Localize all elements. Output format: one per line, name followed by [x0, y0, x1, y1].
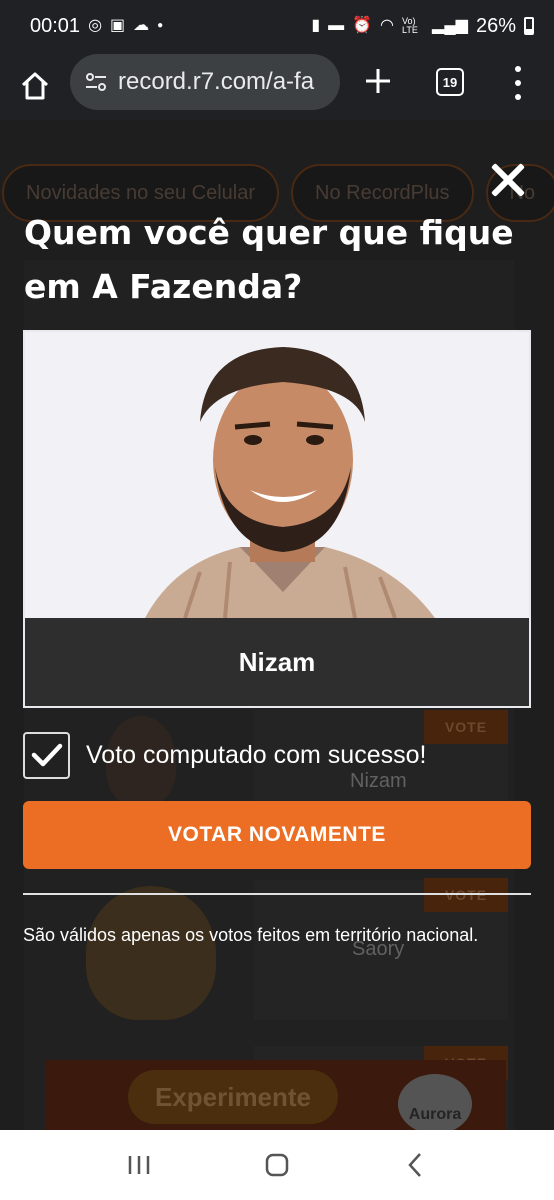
plus-icon [366, 69, 390, 93]
whatsapp-icon: ◎ [88, 17, 103, 34]
disclaimer-text: São válidos apenas os votos feitos em te… [23, 925, 479, 945]
status-right: ▮ ▬ ⏰ ◠ Vo) LTE ▂▄▆ 26% [311, 15, 534, 38]
battery-saver-icon: ▮ [311, 17, 321, 34]
volte-icon: Vo) LTE [402, 16, 418, 35]
back-button[interactable] [395, 1145, 435, 1185]
recents-button[interactable] [119, 1145, 159, 1185]
candidate-card: Nizam [23, 330, 531, 708]
wifi-icon: ◠ [380, 17, 395, 34]
system-nav-bar [0, 1130, 554, 1200]
bed-icon: ▬ [328, 17, 345, 34]
checkbox-checked [23, 731, 70, 779]
home-square-icon [265, 1153, 289, 1177]
status-bar: 00:01 ◎ ▣ ☁ ● ▮ ▬ ⏰ ◠ Vo) LTE ▂▄▆ 26% [0, 0, 554, 52]
back-chevron-icon [408, 1153, 421, 1177]
url-text[interactable]: record.r7.com/a-fa [118, 68, 314, 96]
status-time: 00:01 [30, 14, 81, 37]
browser-toolbar: record.r7.com/a-fa 19 [0, 52, 554, 120]
menu-dot [515, 80, 521, 86]
site-settings-icon[interactable] [84, 70, 108, 94]
menu-dot [515, 94, 521, 100]
divider [23, 893, 531, 895]
candidate-name: Nizam [25, 618, 529, 706]
battery-icon [524, 17, 534, 35]
modal-title: Quem você quer que fique em A Fazenda? [24, 213, 514, 306]
home-nav-button[interactable] [257, 1145, 297, 1185]
close-button[interactable] [490, 162, 526, 198]
signal-icon: ▂▄▆ [432, 17, 468, 34]
status-left: 00:01 ◎ ▣ ☁ ● [30, 15, 163, 38]
dot-icon: ● [157, 20, 164, 31]
tab-switcher-button[interactable]: 19 [436, 68, 464, 96]
home-icon [21, 72, 49, 100]
checkmark-icon [31, 743, 62, 767]
burger-king-icon: ▣ [110, 17, 126, 34]
candidate-photo [25, 332, 529, 619]
url-bar[interactable]: record.r7.com/a-fa [70, 54, 340, 110]
candidate-portrait [25, 332, 529, 619]
success-message: Voto computado com sucesso! [86, 740, 427, 769]
home-button[interactable] [20, 71, 50, 101]
menu-dot [515, 66, 521, 72]
success-row: Voto computado com sucesso! [23, 731, 426, 779]
new-tab-button[interactable] [362, 66, 394, 98]
recents-icon [128, 1156, 150, 1174]
vote-again-button[interactable]: VOTAR NOVAMENTE [23, 801, 531, 869]
cloud-icon: ☁ [133, 17, 150, 34]
battery-percent: 26% [475, 14, 516, 37]
more-options-button[interactable] [508, 66, 528, 100]
alarm-icon: ⏰ [352, 17, 373, 34]
